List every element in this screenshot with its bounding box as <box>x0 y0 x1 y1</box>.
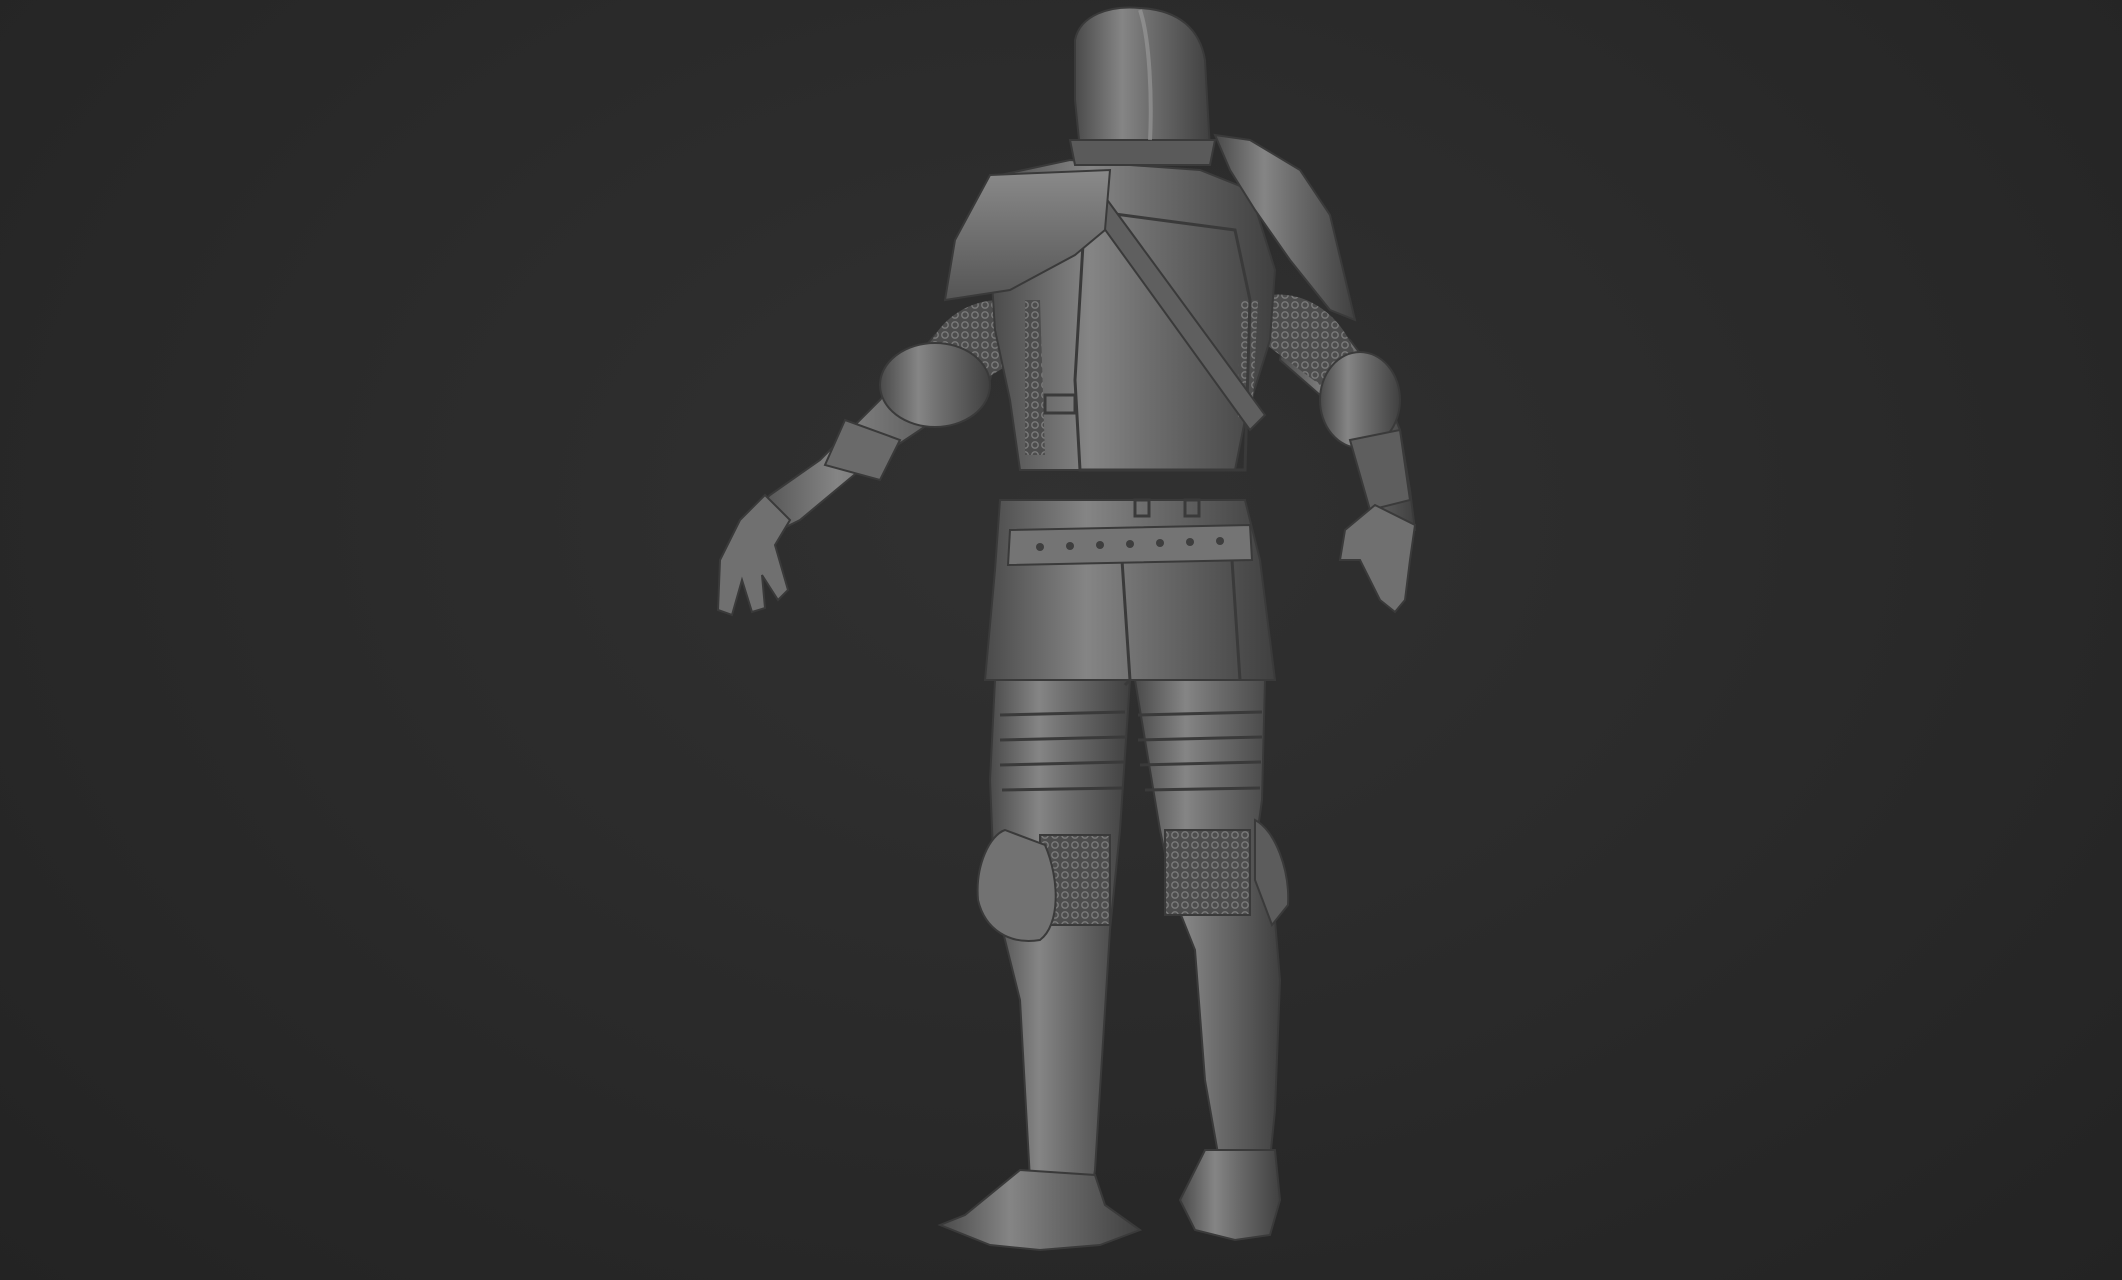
fauld <box>983 499 1277 687</box>
knight-armor-render <box>716 6 1417 1252</box>
right-arm <box>1260 294 1417 614</box>
legs <box>937 679 1290 1252</box>
3d-viewport[interactable] <box>0 0 2122 1280</box>
helmet <box>1068 6 1217 166</box>
